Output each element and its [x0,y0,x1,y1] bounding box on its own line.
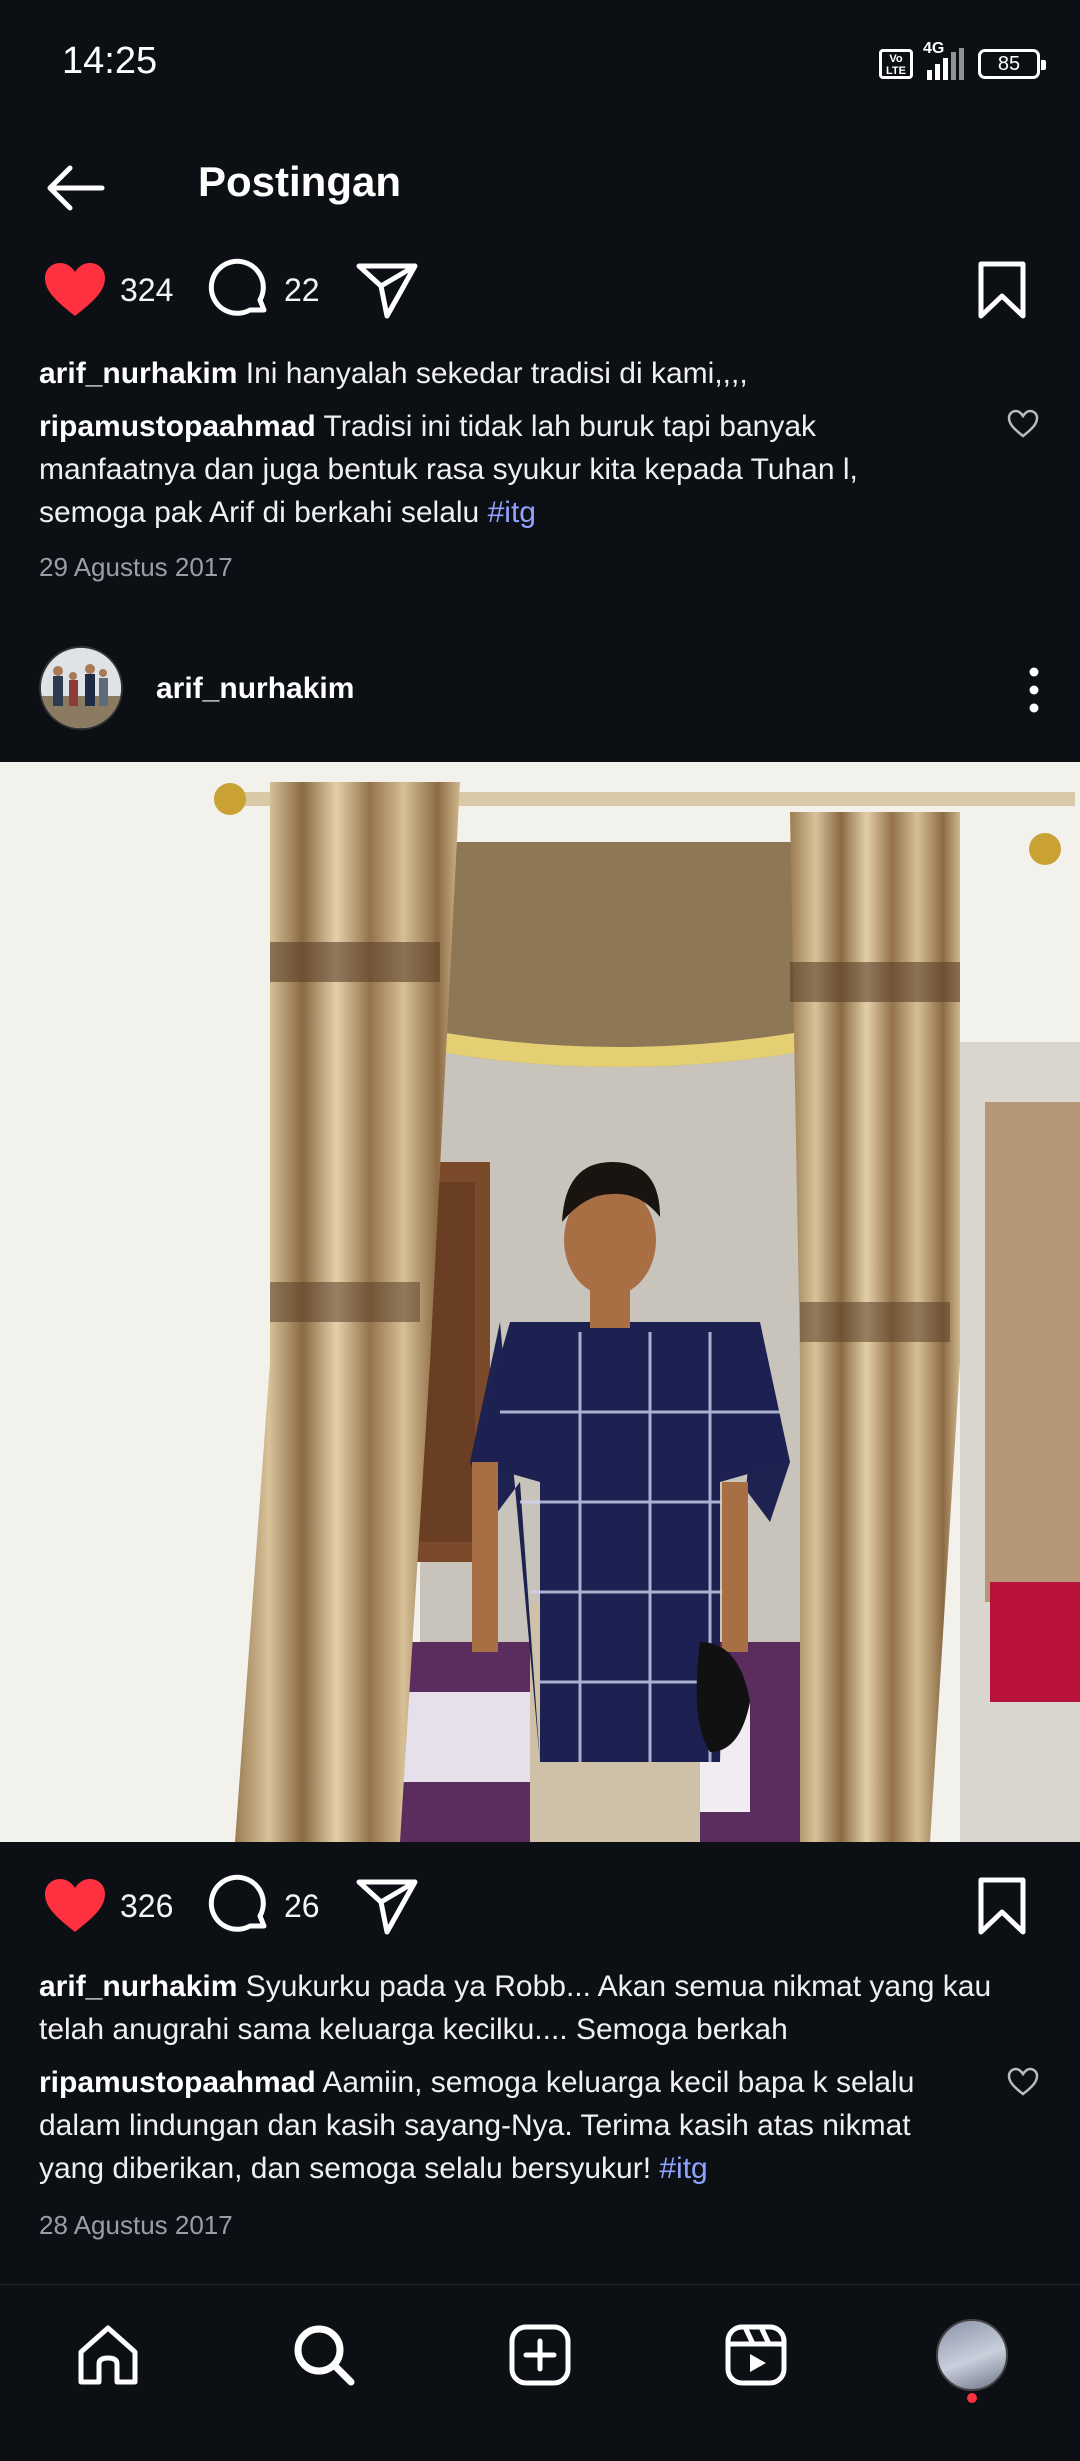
post1-save-button[interactable] [976,245,1028,335]
post-image [0,762,1080,1842]
post2-header: arif_nurhakim [0,640,1080,740]
post2-save-button[interactable] [976,1861,1028,1951]
nav-create[interactable] [500,2315,580,2395]
status-bar: 14:25 Vo LTE 4G 85 [0,0,1080,130]
avatar-image [41,648,121,728]
nav-profile[interactable] [932,2315,1012,2395]
post1-comment-like-icon[interactable] [1006,408,1040,440]
nav-search[interactable] [284,2315,364,2395]
bottom-nav [0,2284,1080,2461]
page-title: Postingan [198,158,402,205]
post2-comment-count: 26 [284,1887,320,1924]
post2-action-bar: 326 26 [0,1861,1080,1951]
post1-like-count: 324 [120,271,174,308]
signal-icon: 4G [923,40,964,80]
bookmark-icon [978,261,1026,319]
post2-date: 28 Agustus 2017 [39,2210,233,2240]
profile-avatar [936,2319,1008,2391]
heart-filled-icon [45,1879,105,1932]
post2-caption: arif_nurhakim Syukurku pada ya Robb... A… [39,1965,1039,2051]
reels-icon [725,2324,787,2386]
volte-icon: Vo LTE [879,49,913,79]
post1-date: 29 Agustus 2017 [39,552,233,582]
post1-comment-count: 22 [284,271,320,308]
network-type: 4G [923,40,945,57]
post1-caption-text: Ini hanyalah sekedar tradisi di kami,,,, [237,357,748,390]
post1-comment-username[interactable]: ripamustopaahmad [39,410,316,443]
post2-photo[interactable] [0,762,1080,1842]
status-time: 14:25 [62,40,158,82]
comment-icon [208,258,267,316]
system-icons: Vo LTE 4G 85 [879,40,1046,84]
post1-comment: ripamustopaahmad Tradisi ini tidak lah b… [39,405,969,534]
paper-plane-icon [356,263,418,319]
arrow-left-icon [47,165,105,211]
plus-square-icon [509,2324,571,2386]
search-icon [294,2325,355,2386]
post1-hashtag[interactable]: #itg [488,496,536,529]
post1-like-button[interactable]: 324 [42,245,173,335]
heart-filled-icon [45,263,105,316]
nav-home[interactable] [68,2315,148,2395]
post2-comment-button[interactable]: 26 [208,1861,320,1951]
post2-share-button[interactable] [355,1861,419,1951]
post1-caption-username[interactable]: arif_nurhakim [39,357,237,390]
post1-share-button[interactable] [355,245,419,335]
nav-reels[interactable] [716,2315,796,2395]
post2-hashtag[interactable]: #itg [659,2152,707,2185]
post2-username[interactable]: arif_nurhakim [156,672,354,706]
post2-caption-username[interactable]: arif_nurhakim [39,1970,237,2003]
post1-comment-button[interactable]: 22 [208,245,320,335]
home-icon [78,2325,138,2385]
post1-action-bar: 324 22 [0,245,1080,335]
post2-avatar[interactable] [39,646,123,730]
post2-comment-username[interactable]: ripamustopaahmad [39,2066,316,2099]
post2-comment: ripamustopaahmad Aamiin, semoga keluarga… [39,2061,969,2190]
battery-level: 85 [997,52,1021,75]
post2-comment-like-icon[interactable] [1006,2066,1040,2098]
more-vertical-icon [1029,667,1039,713]
bookmark-icon [978,1877,1026,1935]
more-options-button[interactable] [1014,660,1054,720]
back-button[interactable] [40,158,110,218]
paper-plane-icon [356,1879,418,1935]
post2-like-button[interactable]: 326 [42,1861,173,1951]
notification-dot [967,2393,977,2403]
comment-icon [208,1874,267,1932]
post1-caption: arif_nurhakim Ini hanyalah sekedar tradi… [39,352,1039,395]
top-bar: Postingan [0,130,1080,240]
post2-like-count: 326 [120,1887,174,1924]
battery-icon: 85 [978,49,1046,79]
